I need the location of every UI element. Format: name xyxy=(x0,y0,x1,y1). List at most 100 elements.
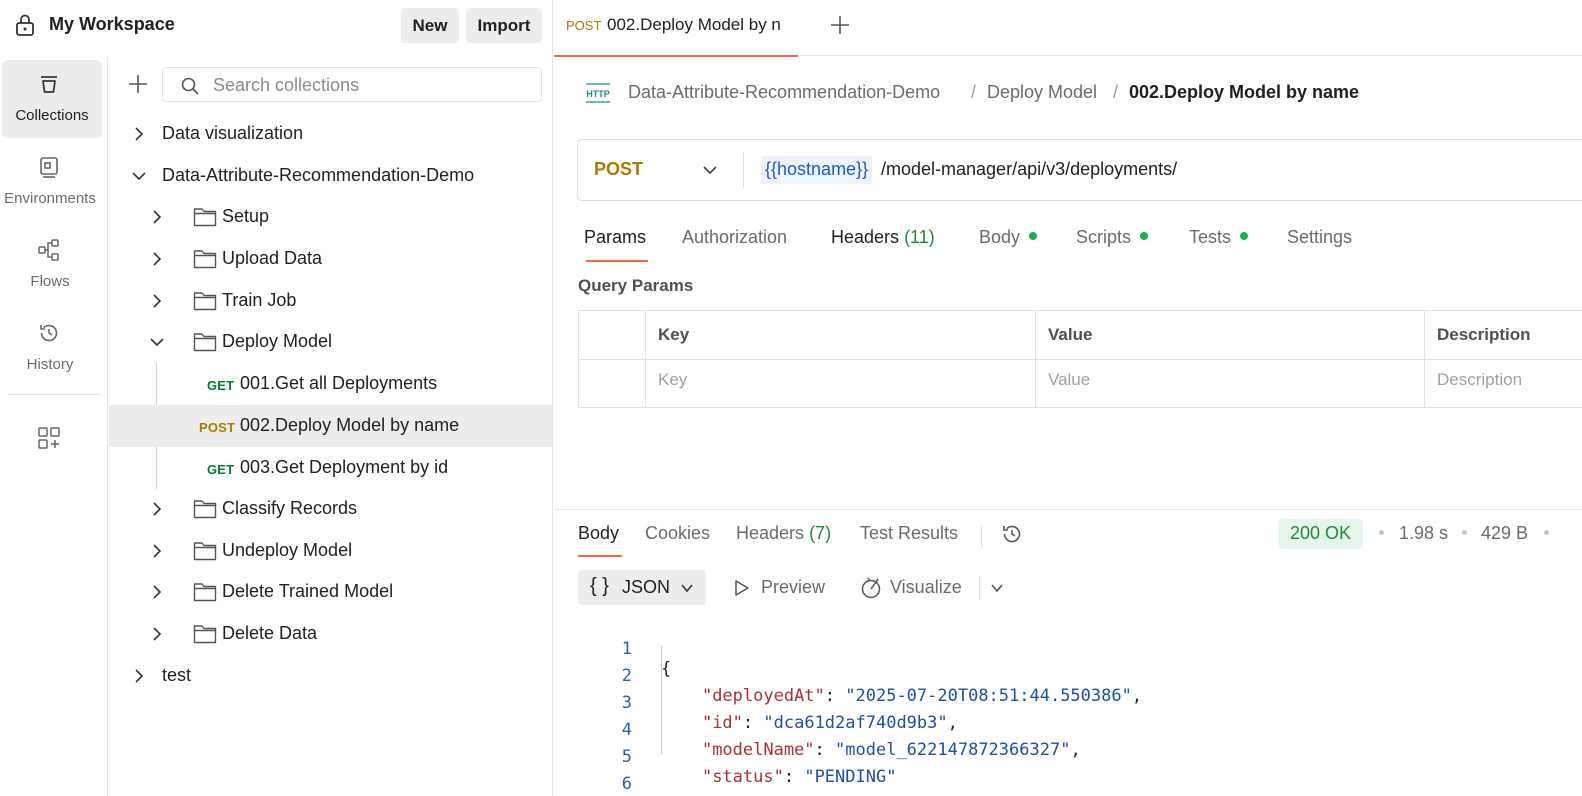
folder-icon xyxy=(193,208,217,227)
tree-folder-classify-records[interactable]: Classify Records xyxy=(109,488,552,530)
breadcrumb-folder[interactable]: Deploy Model xyxy=(987,82,1097,103)
status-dot xyxy=(1240,232,1249,241)
import-button[interactable]: Import xyxy=(466,8,542,43)
collections-icon xyxy=(41,76,57,93)
breadcrumb-collection[interactable]: Data-Attribute-Recommendation-Demo xyxy=(628,82,940,103)
breadcrumb-current[interactable]: 002.Deploy Model by name xyxy=(1129,82,1359,103)
tree-collection-data-visualization[interactable]: Data visualization xyxy=(109,113,552,155)
add-icon[interactable] xyxy=(127,73,149,95)
new-tab-icon[interactable] xyxy=(829,14,851,36)
tab-scripts[interactable]: Scripts xyxy=(1076,227,1149,263)
environments-icon xyxy=(40,157,58,178)
tree-folder-delete-data[interactable]: Delete Data xyxy=(109,613,552,655)
column-header-key: Key xyxy=(658,325,690,344)
tree-folder-upload-data[interactable]: Upload Data xyxy=(109,238,552,280)
tree-request-deploy-model-by-name[interactable]: POST 002.Deploy Model by name xyxy=(109,405,552,447)
add-apps-icon[interactable] xyxy=(37,426,61,450)
method-select[interactable]: POST xyxy=(578,140,743,200)
chevron-right-icon xyxy=(153,252,162,266)
response-divider[interactable] xyxy=(554,509,1582,510)
tree-collection-demo[interactable]: Data-Attribute-Recommendation-Demo xyxy=(109,155,552,197)
response-body-editor[interactable]: 1 { 2 "deployedAt": "2025-07-20T08:51:44… xyxy=(578,616,1578,796)
folder-icon xyxy=(193,625,217,644)
code-line: 6 } xyxy=(578,754,1578,796)
table-divider xyxy=(579,359,1582,360)
response-tab-headers-label: Headers xyxy=(736,523,805,543)
tree-request-get-deployment-by-id[interactable]: GET 003.Get Deployment by id xyxy=(109,447,552,489)
tree-item-label: Data visualization xyxy=(162,123,304,143)
tree-folder-train-job[interactable]: Train Job xyxy=(109,280,552,322)
visualize-label: Visualize xyxy=(890,577,962,597)
request-url-bar: POST {{hostname}} /model-manager/api/v3/… xyxy=(577,139,1582,201)
search-input[interactable] xyxy=(213,74,533,96)
sidebar-item-history[interactable]: History xyxy=(0,309,108,387)
url-input[interactable]: {{hostname}} /model-manager/api/v3/deplo… xyxy=(761,156,1581,184)
history-icon xyxy=(40,324,58,342)
code-line: 1 { xyxy=(578,619,1578,679)
format-select[interactable]: { } JSON xyxy=(578,570,706,605)
tab-active-indicator xyxy=(578,555,622,557)
history-icon[interactable] xyxy=(1000,522,1024,546)
param-value-input[interactable] xyxy=(1048,370,1418,390)
divider xyxy=(981,526,982,548)
tab-body-label: Body xyxy=(979,227,1021,247)
visualize-button[interactable]: Visualize xyxy=(859,570,967,605)
sidebar-item-environments[interactable]: Environments xyxy=(0,143,108,221)
tab-bar: POST 002.Deploy Model by n xyxy=(554,0,1582,57)
response-tab-test-results[interactable]: Test Results xyxy=(860,523,958,544)
breadcrumb-separator: / xyxy=(971,82,977,102)
tree-item-label: Data-Attribute-Recommendation-Demo xyxy=(162,165,475,185)
tree-folder-delete-trained-model[interactable]: Delete Trained Model xyxy=(109,571,552,613)
tree-item-label: 002.Deploy Model by name xyxy=(240,415,460,435)
breadcrumb: HTTP Data-Attribute-Recommendation-Demo … xyxy=(584,78,1574,108)
search-box[interactable] xyxy=(162,67,542,102)
sidebar-item-flows[interactable]: Flows xyxy=(0,226,108,304)
tree-folder-setup[interactable]: Setup xyxy=(109,196,552,238)
preview-label: Preview xyxy=(761,577,826,597)
param-key-input[interactable] xyxy=(658,370,1028,390)
tab-authorization[interactable]: Authorization xyxy=(682,227,787,263)
workspace-title[interactable]: My Workspace xyxy=(49,14,175,35)
tab-tests[interactable]: Tests xyxy=(1189,227,1249,263)
response-format-bar: { } JSON Preview Visualize xyxy=(578,570,1578,606)
tab-tests-label: Tests xyxy=(1189,227,1232,247)
chevron-down-icon[interactable] xyxy=(990,581,1004,595)
tree-folder-deploy-model[interactable]: Deploy Model xyxy=(109,321,552,363)
tree-item-label: Setup xyxy=(222,206,270,226)
search-icon xyxy=(181,77,199,95)
response-tab-cookies[interactable]: Cookies xyxy=(645,523,710,544)
sidebar-item-label: Collections xyxy=(15,107,89,124)
folder-icon xyxy=(193,292,217,311)
tab-params[interactable]: Params xyxy=(584,227,646,263)
tree-collection-test[interactable]: test xyxy=(109,655,552,697)
tree-folder-undeploy-model[interactable]: Undeploy Model xyxy=(109,530,552,572)
param-description-input[interactable] xyxy=(1437,370,1582,390)
tab-title: 002.Deploy Model by n xyxy=(607,15,781,34)
new-button[interactable]: New xyxy=(401,8,459,43)
tab-active-indicator xyxy=(554,55,798,57)
tree-request-get-all-deployments[interactable]: GET 001.Get all Deployments xyxy=(109,363,552,405)
braces-icon: { } xyxy=(590,575,609,597)
preview-button[interactable]: Preview xyxy=(732,570,832,605)
sidebar-item-collections[interactable]: Collections xyxy=(2,60,102,138)
response-time[interactable]: 1.98 s xyxy=(1399,523,1448,544)
query-params-title: Query Params xyxy=(578,276,694,295)
code-line: 3 "id": "dca61d2af740d9b3", xyxy=(578,673,1578,733)
chevron-right-icon xyxy=(135,669,144,683)
tab-settings[interactable]: Settings xyxy=(1287,227,1352,263)
url-path: /model-manager/api/v3/deployments/ xyxy=(881,159,1178,179)
tab-active-indicator xyxy=(586,260,648,262)
tree-item-label: Classify Records xyxy=(222,498,358,518)
tab-body[interactable]: Body xyxy=(979,227,1038,263)
response-tab-headers-count: (7) xyxy=(809,523,832,543)
tab-headers[interactable]: Headers (11) xyxy=(831,227,935,263)
response-tab-body[interactable]: Body xyxy=(578,523,619,544)
url-variable[interactable]: {{hostname}} xyxy=(761,156,873,184)
divider xyxy=(979,576,980,600)
response-tab-headers[interactable]: Headers (7) xyxy=(736,523,831,544)
tab-deploy-model-by-name[interactable]: POST 002.Deploy Model by n xyxy=(554,0,798,57)
query-params-table: Key Value Description xyxy=(578,310,1582,408)
status-badge[interactable]: 200 OK xyxy=(1278,519,1364,549)
response-size[interactable]: 429 B xyxy=(1481,523,1528,544)
tab-method: POST xyxy=(566,18,602,33)
